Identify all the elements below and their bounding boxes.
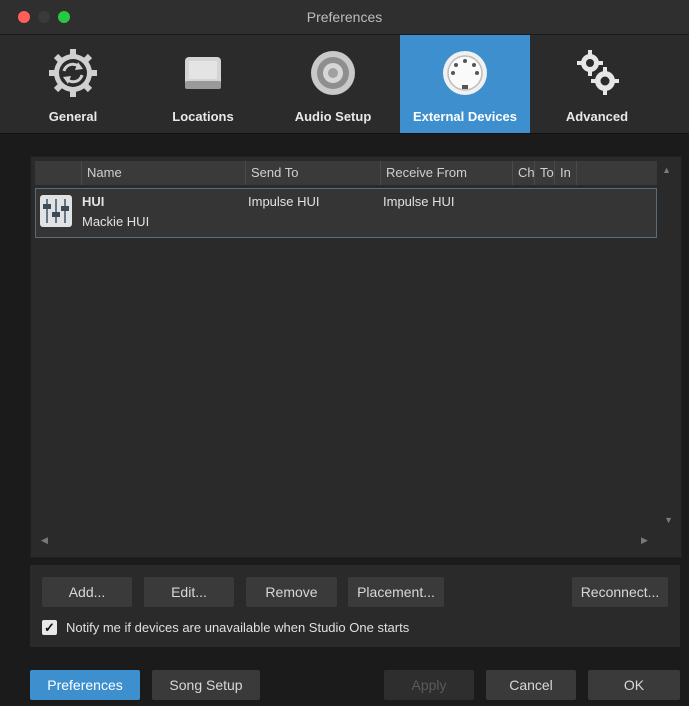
column-icon xyxy=(35,161,81,185)
gears-icon xyxy=(569,45,625,101)
device-send-to: Impulse HUI xyxy=(248,194,320,209)
notify-label: Notify me if devices are unavailable whe… xyxy=(66,620,410,635)
notify-checkbox[interactable]: ✓ xyxy=(42,620,57,635)
speaker-icon xyxy=(305,45,361,101)
dialog-footer: Preferences Song Setup Apply Cancel OK xyxy=(0,662,689,706)
scroll-up-arrow[interactable]: ▲ xyxy=(662,165,671,175)
column-send-to[interactable]: Send To xyxy=(245,161,380,185)
reconnect-button[interactable]: Reconnect... xyxy=(572,577,668,607)
table-header: Name Send To Receive From Ch To In xyxy=(35,161,657,185)
midi-port-icon xyxy=(437,45,493,101)
placement-button[interactable]: Placement... xyxy=(348,577,444,607)
tab-locations[interactable]: Locations xyxy=(138,35,268,133)
tab-locations-label: Locations xyxy=(172,109,234,124)
preferences-button[interactable]: Preferences xyxy=(30,670,140,700)
sync-gear-icon xyxy=(45,45,101,101)
column-name[interactable]: Name xyxy=(81,161,245,185)
column-receive-from[interactable]: Receive From xyxy=(380,161,512,185)
scroll-left-arrow[interactable]: ◀ xyxy=(41,535,48,546)
column-ch[interactable]: Ch xyxy=(512,161,534,185)
device-name: HUI xyxy=(82,194,105,209)
cancel-button[interactable]: Cancel xyxy=(486,670,576,700)
add-device-button[interactable]: Add... xyxy=(42,577,132,607)
table-row[interactable]: HUI Mackie HUI Impulse HUI Impulse HUI xyxy=(35,188,657,238)
tab-audio-setup[interactable]: Audio Setup xyxy=(268,35,398,133)
remove-device-button[interactable]: Remove xyxy=(246,577,337,607)
mixer-faders-icon xyxy=(40,195,72,227)
device-receive-from: Impulse HUI xyxy=(383,194,455,209)
preferences-tab-bar: General Locations Audio Setup External D… xyxy=(0,35,689,134)
column-empty xyxy=(576,161,657,185)
tab-advanced-label: Advanced xyxy=(565,109,629,124)
device-model: Mackie HUI xyxy=(82,214,150,229)
scroll-right-arrow[interactable]: ▶ xyxy=(641,535,648,546)
tab-general-label: General xyxy=(48,109,98,124)
tab-advanced[interactable]: Advanced xyxy=(532,35,662,133)
apply-button[interactable]: Apply xyxy=(384,670,474,700)
title-bar: Preferences xyxy=(0,0,689,35)
tab-general[interactable]: General xyxy=(8,35,138,133)
drive-icon xyxy=(175,45,231,101)
device-list-panel[interactable]: Name Send To Receive From Ch To In HUI M… xyxy=(30,156,682,558)
song-setup-button[interactable]: Song Setup xyxy=(152,670,260,700)
window-title: Preferences xyxy=(306,9,383,25)
edit-device-button[interactable]: Edit... xyxy=(144,577,234,607)
scroll-down-arrow[interactable]: ▼ xyxy=(664,515,673,525)
column-in[interactable]: In xyxy=(554,161,576,185)
device-actions-bar: Add... Edit... Remove Placement... Recon… xyxy=(30,565,680,647)
tab-external-devices-label: External Devices xyxy=(412,109,518,124)
tab-audio-setup-label: Audio Setup xyxy=(294,109,372,124)
ok-button[interactable]: OK xyxy=(588,670,680,700)
column-to[interactable]: To xyxy=(534,161,554,185)
tab-external-devices[interactable]: External Devices xyxy=(400,35,530,133)
